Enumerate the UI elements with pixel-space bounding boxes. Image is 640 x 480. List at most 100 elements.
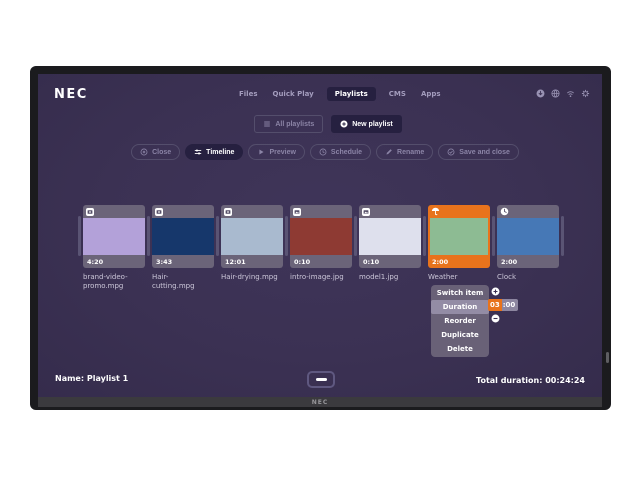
duration-seconds[interactable]: :00	[502, 299, 519, 311]
preview-button[interactable]: Preview	[248, 144, 304, 160]
media-filename: Hair-cutting.mpg	[152, 273, 214, 292]
nav-item[interactable]: CMS	[387, 87, 408, 101]
close-label: Close	[152, 149, 171, 156]
media-filename: Clock	[497, 273, 559, 282]
gear-icon[interactable]	[581, 89, 590, 98]
card-footer: 0:10	[290, 255, 352, 268]
drag-handle[interactable]	[423, 216, 426, 256]
monitor-bezel: NEC Files Quick Play Playlists CMS Apps …	[30, 66, 611, 410]
media-filename: intro-image.jpg	[290, 273, 352, 282]
top-nav: Files Quick Play Playlists CMS Apps	[237, 85, 443, 103]
download-icon[interactable]	[536, 89, 545, 98]
timeline-item[interactable]: 2:00 Weather	[428, 205, 490, 282]
media-card[interactable]: 0:10	[359, 205, 421, 268]
timeline-item[interactable]: 2:00 Clock	[497, 205, 559, 282]
card-header	[290, 205, 352, 218]
nav-item[interactable]: Quick Play	[271, 87, 316, 101]
bezel-logo: NEC	[312, 399, 329, 406]
monitor-chin: NEC	[38, 397, 602, 407]
card-header	[497, 205, 559, 218]
media-card[interactable]: 12:01	[221, 205, 283, 268]
all-playlists-label: All playlists	[275, 121, 314, 128]
clock-icon	[500, 207, 509, 216]
media-filename: Weather	[428, 273, 490, 282]
media-card[interactable]: 2:00	[497, 205, 559, 268]
drag-handle[interactable]	[78, 216, 81, 256]
duration-badge: 2:00	[501, 258, 517, 266]
drag-handle[interactable]	[147, 216, 150, 256]
timeline-icon	[194, 148, 202, 156]
card-footer: 2:00	[428, 255, 490, 268]
nav-item[interactable]: Apps	[419, 87, 443, 101]
wifi-icon[interactable]	[566, 89, 575, 98]
card-footer: 0:10	[359, 255, 421, 268]
media-thumbnail	[152, 218, 214, 255]
media-thumbnail	[290, 218, 352, 255]
drag-handle[interactable]	[216, 216, 219, 256]
duration-badge: 3:43	[156, 258, 172, 266]
nav-item[interactable]: Files	[237, 87, 260, 101]
film-icon	[86, 208, 94, 216]
timeline-button[interactable]: Timeline	[185, 144, 243, 160]
rename-label: Rename	[397, 149, 424, 156]
schedule-label: Schedule	[331, 149, 362, 156]
rename-button[interactable]: Rename	[376, 144, 433, 160]
media-thumbnail	[221, 218, 283, 255]
power-led	[606, 352, 609, 363]
globe-icon[interactable]	[551, 89, 560, 98]
pencil-icon	[385, 148, 393, 156]
all-playlists-button[interactable]: All playlists	[254, 115, 323, 133]
timeline-item[interactable]: 0:10 intro-image.jpg	[290, 205, 352, 282]
media-filename: Hair-drying.mpg	[221, 273, 283, 282]
drag-handle[interactable]	[354, 216, 357, 256]
context-menu-item[interactable]: Duplicate	[431, 328, 489, 342]
timeline-item[interactable]: 0:10 model1.jpg	[359, 205, 421, 282]
timeline-item[interactable]: 12:01 Hair-drying.mpg	[221, 205, 283, 282]
card-header	[359, 205, 421, 218]
total-duration-label: Total duration: 00:24:24	[476, 376, 585, 385]
timeline-item[interactable]: 4:20 brand-video-promo.mpg	[83, 205, 145, 292]
duration-badge: 4:20	[87, 258, 103, 266]
save-and-close-button[interactable]: Save and close	[438, 144, 519, 160]
context-menu-item[interactable]: Reorder	[431, 314, 489, 328]
drag-handle[interactable]	[492, 216, 495, 256]
duration-decrease-button[interactable]	[491, 314, 500, 323]
screen: NEC Files Quick Play Playlists CMS Apps …	[38, 74, 602, 397]
schedule-button[interactable]: Schedule	[310, 144, 371, 160]
duration-value[interactable]: 03 :00	[488, 299, 518, 311]
save-and-close-label: Save and close	[459, 149, 510, 156]
media-card[interactable]: 2:00	[428, 205, 490, 268]
home-button[interactable]	[307, 371, 335, 388]
play-icon	[257, 148, 265, 156]
context-menu-item[interactable]: Duration	[431, 300, 489, 314]
media-card[interactable]: 4:20	[83, 205, 145, 268]
top-icons	[536, 89, 590, 98]
preview-label: Preview	[269, 149, 295, 156]
duration-increase-button[interactable]	[491, 287, 500, 296]
duration-badge: 0:10	[363, 258, 379, 266]
clock-icon	[319, 148, 327, 156]
media-card[interactable]: 3:43	[152, 205, 214, 268]
media-card[interactable]: 0:10	[290, 205, 352, 268]
close-button[interactable]: Close	[131, 144, 180, 160]
card-header	[428, 205, 490, 218]
plus-circle-icon	[340, 120, 348, 128]
drag-handle[interactable]	[561, 216, 564, 256]
new-playlist-label: New playlist	[352, 121, 392, 128]
playlist-bar: All playlists New playlist	[38, 115, 602, 133]
duration-badge: 0:10	[294, 258, 310, 266]
context-menu-item[interactable]: Switch item	[431, 286, 489, 300]
new-playlist-button[interactable]: New playlist	[331, 115, 401, 133]
card-footer: 3:43	[152, 255, 214, 268]
umbrella-icon	[431, 207, 440, 216]
context-menu-item[interactable]: Delete	[431, 342, 489, 356]
media-thumbnail	[430, 218, 488, 255]
timeline-item[interactable]: 3:43 Hair-cutting.mpg	[152, 205, 214, 292]
timeline-label: Timeline	[206, 149, 234, 156]
drag-handle[interactable]	[285, 216, 288, 256]
nav-item[interactable]: Playlists	[327, 87, 376, 101]
card-header	[221, 205, 283, 218]
card-footer: 2:00	[497, 255, 559, 268]
duration-minutes[interactable]: 03	[488, 299, 502, 311]
media-filename: brand-video-promo.mpg	[83, 273, 145, 292]
